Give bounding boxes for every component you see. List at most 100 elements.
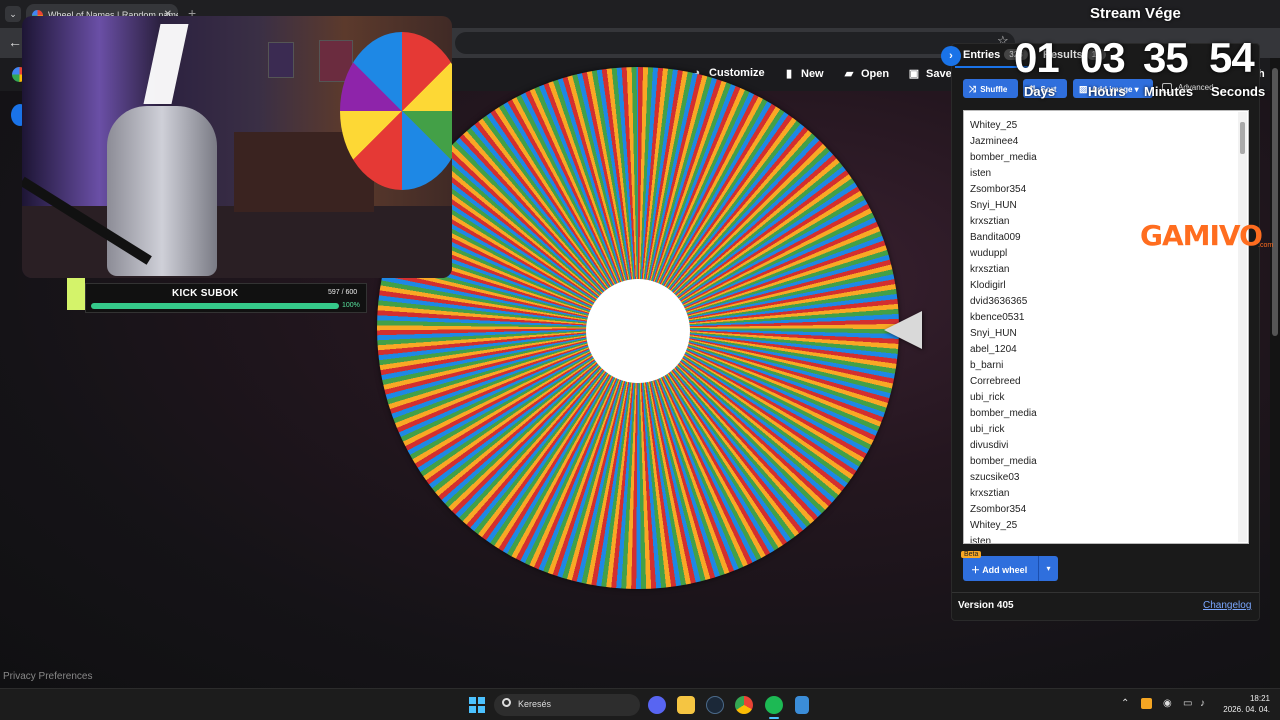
countdown-hours-label: Hours xyxy=(1088,84,1126,99)
tray-discord-icon[interactable]: ◉ xyxy=(1163,698,1172,709)
list-item: dvid3636365 xyxy=(970,296,1028,307)
list-item: divusdivi xyxy=(970,440,1009,451)
subgoal-progress-track xyxy=(91,303,339,309)
list-item: ubi_rick xyxy=(970,392,1005,403)
shuffle-label: Shuffle xyxy=(980,85,1008,94)
save-icon: ▣ xyxy=(908,68,920,80)
tab-entries-label: Entries xyxy=(963,49,1001,61)
clock-date: 2026. 04. 04. xyxy=(1223,705,1270,714)
tray-overflow-chevron-icon[interactable]: ⌃ xyxy=(1121,698,1129,709)
panel-divider xyxy=(952,592,1259,593)
webcam-light-strip xyxy=(143,24,189,104)
list-item: bomber_media xyxy=(970,456,1037,467)
list-item: b_barni xyxy=(970,360,1004,371)
subgoal-count: 597 / 600 xyxy=(328,289,358,296)
back-button[interactable]: ← xyxy=(8,34,22,50)
windows-start-icon[interactable] xyxy=(469,697,485,713)
taskbar-search[interactable]: Keresés xyxy=(494,694,640,716)
list-item: szucsike03 xyxy=(970,472,1020,483)
folder-icon: ▰ xyxy=(844,68,854,80)
menu-label: Customize xyxy=(709,67,765,79)
list-item: isten xyxy=(970,168,992,179)
list-item: krxsztian xyxy=(970,264,1010,275)
entries-scrollbar[interactable] xyxy=(1238,112,1247,542)
list-item: kbence0531 xyxy=(970,312,1025,323)
add-wheel-button[interactable]: ＋ Add wheel xyxy=(963,556,1038,581)
entries-textarea[interactable]: Whitey_25 Jazminee4 bomber_media isten Zsomb… xyxy=(963,110,1249,544)
discord-icon[interactable] xyxy=(648,696,666,714)
plus-icon: ＋ xyxy=(971,565,981,575)
add-wheel-label: Add wheel xyxy=(982,565,1028,575)
list-item: Correbreed xyxy=(970,376,1021,387)
search-icon xyxy=(502,698,511,707)
countdown-seconds-label: Seconds xyxy=(1211,84,1266,99)
countdown-days-label: Days xyxy=(1024,84,1056,99)
menu-label: Open xyxy=(861,68,890,80)
chrome-icon[interactable] xyxy=(735,696,753,714)
list-item: Klodigirl xyxy=(970,280,1006,291)
wheel-center-hub[interactable] xyxy=(586,279,690,383)
version-label: Version 405 xyxy=(958,600,1014,611)
windows-taskbar: Keresés ⌃ ◉ ▭ ♪ 18:21 2026. 04. 04. xyxy=(0,688,1280,720)
menu-open[interactable]: ▰ Open xyxy=(842,67,889,80)
page-scrollbar[interactable] xyxy=(1270,58,1280,688)
countdown-seconds-value: 54 xyxy=(1209,34,1255,81)
steam-icon[interactable] xyxy=(706,696,724,714)
omnibox[interactable] xyxy=(455,32,1015,54)
list-item: Whitey_25 xyxy=(970,520,1018,531)
entries-scroll-thumb[interactable] xyxy=(1240,122,1245,154)
menu-label: New xyxy=(801,68,824,80)
file-explorer-icon[interactable] xyxy=(677,696,695,714)
list-item: isten xyxy=(970,536,992,544)
list-item: Whitey_25 xyxy=(970,120,1018,131)
tab-list-button[interactable]: ⌄ xyxy=(5,6,21,22)
image-icon: ▨ xyxy=(1079,84,1088,94)
subgoal-progress-fill xyxy=(91,303,339,309)
webcam-overlay xyxy=(22,16,452,278)
entries-list: Whitey_25 Jazminee4 bomber_media isten Zsomb… xyxy=(970,118,1037,544)
active-app-indicator xyxy=(769,717,779,719)
countdown-days-value: 01 xyxy=(1014,34,1060,81)
menu-new[interactable]: ▮ New xyxy=(782,67,824,80)
list-item: Zsombor354 xyxy=(970,184,1027,195)
shuffle-button[interactable]: ⤨ Shuffle xyxy=(963,79,1018,98)
changelog-link[interactable]: Changelog xyxy=(1203,600,1251,611)
add-wheel-dropdown-chevron-icon[interactable]: ▾ xyxy=(1038,556,1058,581)
list-item: Zsombor354 xyxy=(970,504,1027,515)
list-item: bomber_media xyxy=(970,152,1037,163)
notepad-icon[interactable] xyxy=(795,696,809,714)
clock-time: 18:21 xyxy=(1249,694,1270,703)
page-scroll-thumb[interactable] xyxy=(1272,68,1278,336)
menu-label: Save xyxy=(926,68,952,80)
menu-save[interactable]: ▣ Save xyxy=(907,67,952,80)
subgoal-title: KICK SUBOK xyxy=(172,288,239,299)
wheel-pointer-icon xyxy=(884,311,922,349)
chevron-down-icon: ▾ xyxy=(1134,85,1139,94)
tray-app-icon[interactable] xyxy=(1141,698,1152,709)
gamivo-logo: GAMIVO xyxy=(1140,219,1263,252)
stream-end-title: Stream Vége xyxy=(1090,5,1181,22)
webcam-physical-wheel xyxy=(340,32,452,190)
spotify-icon[interactable] xyxy=(765,696,783,714)
file-icon: ▮ xyxy=(785,68,793,80)
list-item: wuduppl xyxy=(970,248,1008,259)
list-item: krxsztian xyxy=(970,216,1010,227)
list-item: ubi_rick xyxy=(970,424,1005,435)
privacy-preferences-link[interactable]: Privacy Preferences xyxy=(3,671,92,682)
list-item: Snyi_HUN xyxy=(970,200,1017,211)
list-item: abel_1204 xyxy=(970,344,1017,355)
panel-collapse-chevron-icon[interactable]: › xyxy=(941,46,961,66)
gamivo-logo-suffix: .com xyxy=(1258,242,1274,249)
volume-icon[interactable]: ♪ xyxy=(1200,698,1205,709)
list-item: krxsztian xyxy=(970,488,1010,499)
screen: ⌄ Wheel of Names | Random name picker ✕ … xyxy=(0,0,1280,720)
list-item: Bandita009 xyxy=(970,232,1021,243)
network-icon[interactable]: ▭ xyxy=(1183,698,1192,709)
countdown-minutes-value: 35 xyxy=(1143,34,1189,81)
list-item: Jazminee4 xyxy=(970,136,1019,147)
taskbar-clock[interactable]: 18:21 2026. 04. 04. xyxy=(1215,693,1270,715)
shuffle-icon: ⤨ xyxy=(969,84,977,94)
countdown-hours-value: 03 xyxy=(1080,34,1126,81)
subgoal-accent xyxy=(67,278,85,310)
webcam-poster xyxy=(268,42,294,78)
